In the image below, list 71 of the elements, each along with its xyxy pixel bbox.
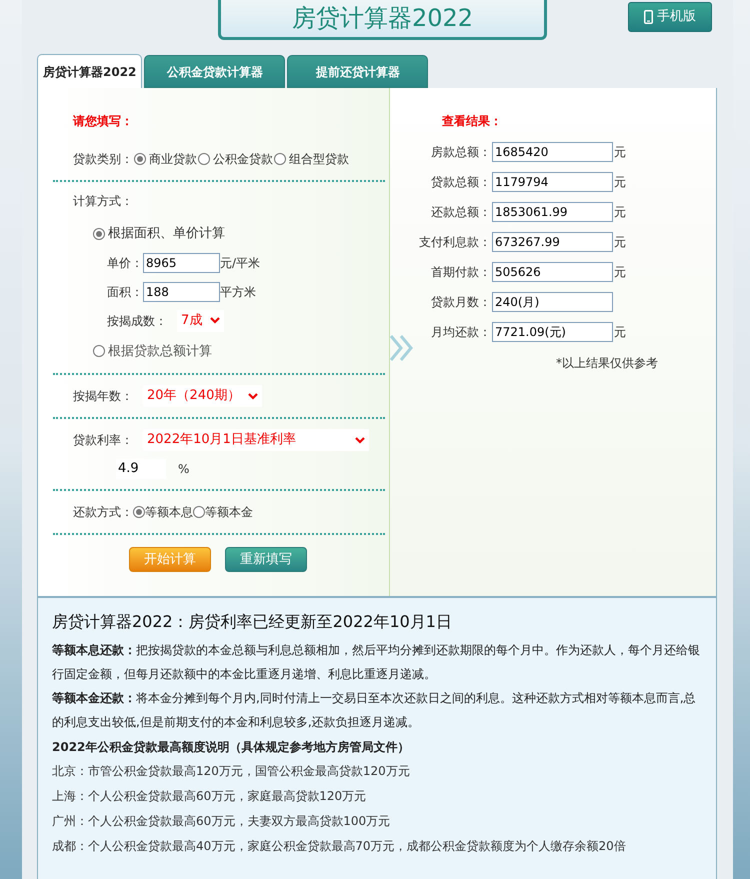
page-title-banner: 房贷计算器2022 (218, 0, 547, 40)
field-label: 还款方式： (73, 504, 133, 521)
interest-rate-select[interactable]: 2022年10月1日基准利率 (143, 429, 369, 451)
radio-button[interactable] (133, 506, 145, 518)
rate-input-field[interactable]: 4.9 (116, 459, 166, 479)
unit-label: 元 (613, 144, 626, 161)
unit-label: % (178, 461, 190, 478)
unit-label: 元 (613, 204, 626, 221)
info-subheading: 2022年公积金贷款最高额度说明（具体规定参考地方房管局文件） (52, 739, 410, 756)
radio-button[interactable] (134, 153, 146, 165)
field-label: 按揭成数： (107, 312, 167, 330)
chevron-down-icon (248, 392, 258, 400)
radio-label: 公积金贷款 (213, 151, 273, 168)
unit-label: 元 (613, 324, 626, 341)
city-limit-text: 广州：个人公积金贷款最高60万元，夫妻双方最高贷款100万元 (52, 813, 392, 830)
radio-label: 商业贷款 (149, 151, 197, 168)
info-paragraph: 等额本金还款：将本金分摊到每个月内,同时付清上一交易日至本次还款日之间的利息。这种还款方式相对等额本息而言,总的利息支出较低,但是前期支付的本金和利息较多,还款负担逐月递减。 (52, 690, 697, 731)
radio-label: 等额本金 (205, 504, 253, 521)
result-label: 还款总额： (430, 204, 492, 221)
radio-button[interactable] (93, 345, 105, 358)
result-label: 月均还款： (430, 324, 492, 341)
field-label: 贷款利率： (73, 432, 133, 449)
input-field[interactable]: 505626 (492, 262, 613, 282)
result-label: 首期付款： (430, 264, 492, 281)
input-field[interactable]: 240(月) (492, 292, 613, 312)
input-field[interactable]: 8965 (143, 252, 220, 272)
city-limit-text: 北京：市管公积金贷款最高120万元，国管公积金最高贷款120万元 (52, 763, 411, 780)
radio-label: 等额本息 (145, 504, 193, 521)
result-label: 房款总额： (430, 144, 492, 161)
unit-label: 平方米 (220, 284, 256, 300)
field-label: 面积： (107, 284, 143, 300)
result-label: 贷款月数： (430, 294, 492, 311)
radio-button[interactable] (193, 506, 205, 518)
city-limit-text: 上海：个人公积金贷款最高60万元，家庭最高贷款120万元 (52, 788, 368, 805)
result-label: 支付利息款： (418, 234, 492, 251)
phone-icon (644, 10, 653, 24)
input-field[interactable]: 1685420 (492, 142, 613, 162)
loan-years-select[interactable]: 20年（240期） (143, 385, 262, 407)
unit-label: 元 (613, 234, 626, 251)
radio-button[interactable] (198, 153, 210, 165)
tab[interactable]: 提前还贷计算器 (287, 55, 428, 88)
mobile-version-button[interactable]: 手机版 (628, 2, 712, 32)
tab[interactable]: 房贷计算器2022 (37, 54, 142, 88)
chevron-down-icon (355, 436, 365, 444)
input-field[interactable]: 1853061.99 (492, 202, 613, 222)
field-label: 单价： (107, 254, 143, 272)
field-label: 贷款类别： (73, 151, 133, 168)
radio-label: 根据面积、单价计算 (108, 225, 225, 243)
info-title: 房贷计算器2022：房贷利率已经更新至2022年10月1日 (52, 611, 453, 633)
radio-button[interactable] (93, 228, 105, 240)
input-field[interactable]: 7721.09(元) (492, 322, 613, 342)
chevron-down-icon (210, 317, 220, 324)
tab[interactable]: 公积金贷款计算器 (144, 55, 286, 88)
section-heading: 查看结果： (442, 113, 503, 128)
unit-label: 元/平米 (220, 254, 260, 272)
unit-label: 元 (613, 174, 626, 191)
radio-label: 根据贷款总额计算 (108, 342, 212, 360)
input-field[interactable]: 1179794 (492, 172, 613, 192)
unit-label: 元 (613, 264, 626, 281)
down-payment-select[interactable]: 7成 (177, 310, 224, 332)
field-label: 计算方式： (73, 193, 134, 210)
info-paragraph: 等额本息还款：把按揭贷款的本金总额与利息总额相加，然后平均分摊到还款期限的每个月中。作为还款人，每个月还给银行固定金额，但每月还款额中的本金比重逐月递增、利息比重逐月递减。 (52, 642, 701, 683)
field-label: 按揭年数： (73, 388, 133, 405)
input-field[interactable]: 673267.99 (492, 232, 613, 252)
result-label: 贷款总额： (430, 174, 492, 191)
radio-label: 组合型贷款 (289, 151, 349, 168)
section-heading: 请您填写： (73, 113, 134, 128)
result-note: *以上结果仅供参考 (556, 355, 659, 372)
radio-button[interactable] (274, 153, 286, 165)
city-limit-text: 成都：个人公积金贷款最高40万元，家庭公积金贷款最高70万元，成都公积金贷款额度为个人缴存余额20倍 (52, 838, 627, 855)
input-field[interactable]: 188 (143, 282, 220, 302)
